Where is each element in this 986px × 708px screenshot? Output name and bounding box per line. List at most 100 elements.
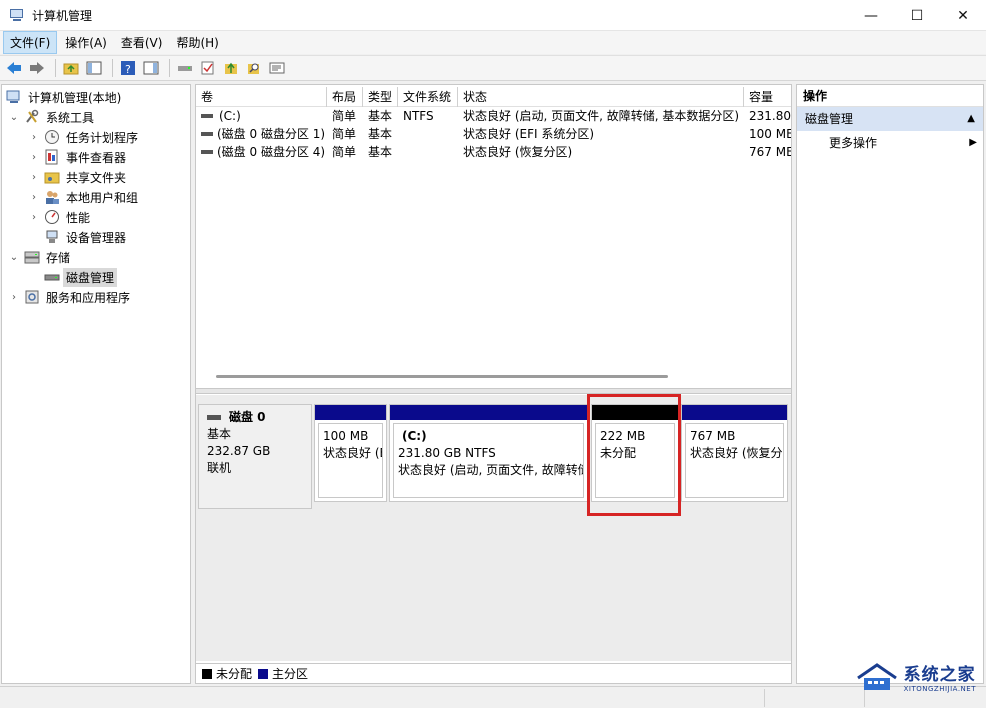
- unallocated-swatch: [202, 668, 212, 679]
- disk-icon: [207, 415, 221, 420]
- tree-item-device-manager[interactable]: 设备管理器: [44, 227, 129, 247]
- column-header-filesystem[interactable]: 文件系统: [398, 87, 458, 107]
- tree-item-root[interactable]: 计算机管理(本地): [6, 87, 124, 107]
- upload-icon[interactable]: [221, 58, 241, 78]
- computer-management-icon: [6, 89, 22, 105]
- more-actions-item[interactable]: 更多操作 ▶: [797, 131, 983, 155]
- chevron-right-icon[interactable]: ›: [28, 192, 40, 203]
- chevron-right-icon[interactable]: ›: [28, 212, 40, 223]
- chevron-down-icon[interactable]: ⌄: [8, 252, 20, 263]
- disk-state: 联机: [207, 461, 232, 475]
- column-header-capacity[interactable]: 容量: [744, 87, 791, 107]
- column-header-volume[interactable]: 卷: [196, 87, 327, 107]
- svg-text:?: ?: [125, 63, 131, 76]
- watermark: 系统之家 XITONGZHIJIA.NET: [854, 660, 976, 693]
- watermark-brand: 系统之家: [903, 665, 976, 685]
- disk-0-label[interactable]: 磁盘 0 基本 232.87 GB 联机: [198, 404, 312, 509]
- computer-management-icon: [9, 7, 25, 23]
- clock-icon: [44, 129, 60, 145]
- actions-section-disk-management[interactable]: 磁盘管理 ▲: [797, 107, 983, 131]
- volume-row[interactable]: (磁盘 0 磁盘分区 4) 简单 基本 状态良好 (恢复分区) 767 ME: [196, 143, 791, 161]
- menu-help[interactable]: 帮助(H): [170, 32, 224, 53]
- primary-swatch: [258, 668, 269, 679]
- disk-management-pane: 卷 布局 类型 文件系统 状态 容量 (C:) 简单 基本 NTFS 状态良好 …: [195, 84, 792, 684]
- performance-icon: [44, 209, 60, 225]
- tree-item-local-users[interactable]: › 本地用户和组: [28, 187, 141, 207]
- title-bar: 计算机管理 — ☐ ✕: [0, 0, 986, 31]
- volume-row[interactable]: (磁盘 0 磁盘分区 1) 简单 基本 状态良好 (EFI 系统分区) 100 …: [196, 125, 791, 143]
- toolbar-separator: [55, 59, 56, 77]
- minimize-button[interactable]: —: [848, 0, 894, 31]
- event-log-icon: [44, 149, 60, 165]
- partition-efi[interactable]: 100 MB 状态良好 (E: [314, 404, 387, 502]
- submenu-arrow-icon: ▶: [969, 137, 977, 148]
- horizontal-scrollbar[interactable]: [216, 375, 668, 378]
- tree-item-shared-folders[interactable]: › 共享文件夹: [28, 167, 129, 187]
- tree-item-system-tools[interactable]: ⌄ 系统工具: [8, 107, 97, 127]
- tree-item-disk-management[interactable]: 磁盘管理: [44, 267, 118, 287]
- menu-action[interactable]: 操作(A): [59, 32, 113, 53]
- connect-disk-icon[interactable]: [175, 58, 195, 78]
- volume-icon: [201, 114, 213, 118]
- partition-bar: [315, 405, 386, 420]
- show-hide-action-pane-icon[interactable]: [141, 58, 161, 78]
- volume-icon: [201, 132, 213, 136]
- chevron-right-icon[interactable]: ›: [28, 132, 40, 143]
- partition-recovery[interactable]: 767 MB 状态良好 (恢复分: [681, 404, 788, 502]
- search-icon[interactable]: [244, 58, 264, 78]
- tree-item-services[interactable]: › 服务和应用程序: [8, 287, 133, 307]
- properties-icon[interactable]: [267, 58, 287, 78]
- forward-icon[interactable]: [27, 58, 47, 78]
- partition-bar: [390, 405, 587, 420]
- disk-icon: [44, 269, 60, 285]
- column-header-status[interactable]: 状态: [458, 87, 744, 107]
- check-icon[interactable]: [198, 58, 218, 78]
- device-manager-icon: [44, 229, 60, 245]
- legend-primary: 主分区: [272, 667, 309, 681]
- users-icon: [44, 189, 60, 205]
- menu-file[interactable]: 文件(F): [3, 31, 58, 54]
- show-hide-tree-icon[interactable]: [84, 58, 104, 78]
- actions-header: 操作: [797, 85, 983, 107]
- tree-item-performance[interactable]: › 性能: [28, 207, 93, 227]
- column-header-layout[interactable]: 布局: [327, 87, 363, 107]
- partition-legend: 未分配 主分区: [196, 663, 791, 683]
- column-header-type[interactable]: 类型: [363, 87, 398, 107]
- chevron-right-icon[interactable]: ›: [8, 292, 20, 303]
- close-button[interactable]: ✕: [940, 0, 986, 31]
- disk-size: 232.87 GB: [207, 444, 271, 458]
- shared-folder-icon: [44, 169, 60, 185]
- console-tree: 计算机管理(本地) ⌄ 系统工具 › 任务计划程序 › 事件查看器 › 共享文件…: [1, 84, 191, 684]
- back-icon[interactable]: [4, 58, 24, 78]
- services-icon: [24, 289, 40, 305]
- chevron-right-icon[interactable]: ›: [28, 152, 40, 163]
- up-folder-icon[interactable]: [61, 58, 81, 78]
- menu-bar: 文件(F) 操作(A) 查看(V) 帮助(H): [0, 31, 986, 54]
- maximize-button[interactable]: ☐: [894, 0, 940, 31]
- tree-item-task-scheduler[interactable]: › 任务计划程序: [28, 127, 141, 147]
- help-icon[interactable]: ?: [118, 58, 138, 78]
- window-title: 计算机管理: [32, 8, 93, 23]
- tree-item-event-viewer[interactable]: › 事件查看器: [28, 147, 129, 167]
- disk-graphical-view: 磁盘 0 基本 232.87 GB 联机 100 MB 状态良好 (E (C:)…: [196, 395, 791, 661]
- pane-splitter[interactable]: [196, 388, 791, 394]
- legend-unallocated: 未分配: [216, 667, 253, 681]
- collapse-up-icon[interactable]: ▲: [967, 107, 975, 131]
- toolbar-separator: [112, 59, 113, 77]
- partition-bar: [682, 405, 787, 420]
- unallocated-highlight-box: [587, 394, 681, 516]
- partition-c[interactable]: (C:) 231.80 GB NTFS 状态良好 (启动, 页面文件, 故障转储: [389, 404, 588, 502]
- menu-view[interactable]: 查看(V): [115, 32, 169, 53]
- status-segment: [764, 689, 864, 707]
- tools-icon: [24, 109, 40, 125]
- volume-row[interactable]: (C:) 简单 基本 NTFS 状态良好 (启动, 页面文件, 故障转储, 基本…: [196, 107, 791, 125]
- tree-item-storage[interactable]: ⌄ 存储: [8, 247, 73, 267]
- volume-icon: [201, 150, 213, 154]
- disk-type: 基本: [207, 427, 232, 441]
- chevron-right-icon[interactable]: ›: [28, 172, 40, 183]
- storage-icon: [24, 249, 40, 265]
- actions-pane: 操作 磁盘管理 ▲ 更多操作 ▶: [796, 84, 984, 684]
- house-logo-icon: [854, 662, 900, 692]
- chevron-down-icon[interactable]: ⌄: [8, 112, 20, 123]
- toolbar: ?: [0, 55, 986, 81]
